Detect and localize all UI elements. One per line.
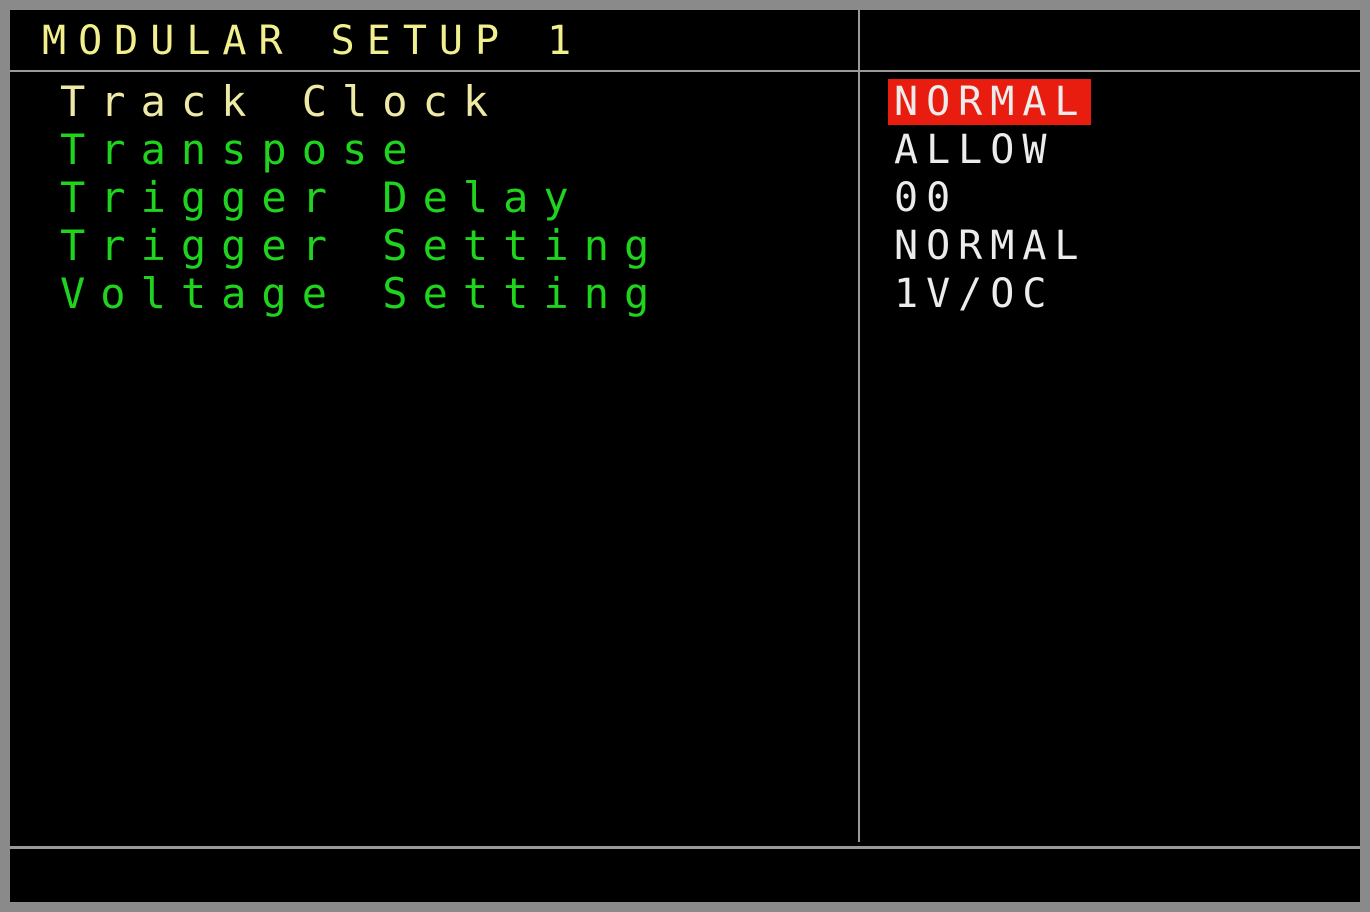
value-row-transpose: ALLOW [888,126,1091,174]
parameter-list: Track Clock Transpose Trigger Delay Trig… [60,78,664,318]
param-value-transpose[interactable]: ALLOW [888,127,1058,173]
param-label-track-clock[interactable]: Track Clock [60,78,664,126]
value-row-trigger-setting: NORMAL [888,222,1091,270]
page-title: MODULAR SETUP 1 [42,18,584,64]
modular-setup-screen: MODULAR SETUP 1 Track Clock Transpose Tr… [0,0,1370,912]
param-label-voltage-setting[interactable]: Voltage Setting [60,270,664,318]
value-row-voltage-setting: 1V/OC [888,270,1091,318]
param-label-trigger-setting[interactable]: Trigger Setting [60,222,664,270]
param-value-trigger-setting[interactable]: NORMAL [888,223,1091,269]
value-list: NORMAL ALLOW 00 NORMAL 1V/OC [888,78,1091,318]
param-value-track-clock[interactable]: NORMAL [888,79,1091,125]
status-bar [10,849,1360,902]
header-divider [10,70,1360,72]
value-row-trigger-delay: 00 [888,174,1091,222]
param-value-voltage-setting[interactable]: 1V/OC [888,271,1058,317]
param-value-trigger-delay[interactable]: 00 [888,175,962,221]
value-row-track-clock: NORMAL [888,78,1091,126]
column-divider [858,10,860,842]
param-label-transpose[interactable]: Transpose [60,126,664,174]
param-label-trigger-delay[interactable]: Trigger Delay [60,174,664,222]
